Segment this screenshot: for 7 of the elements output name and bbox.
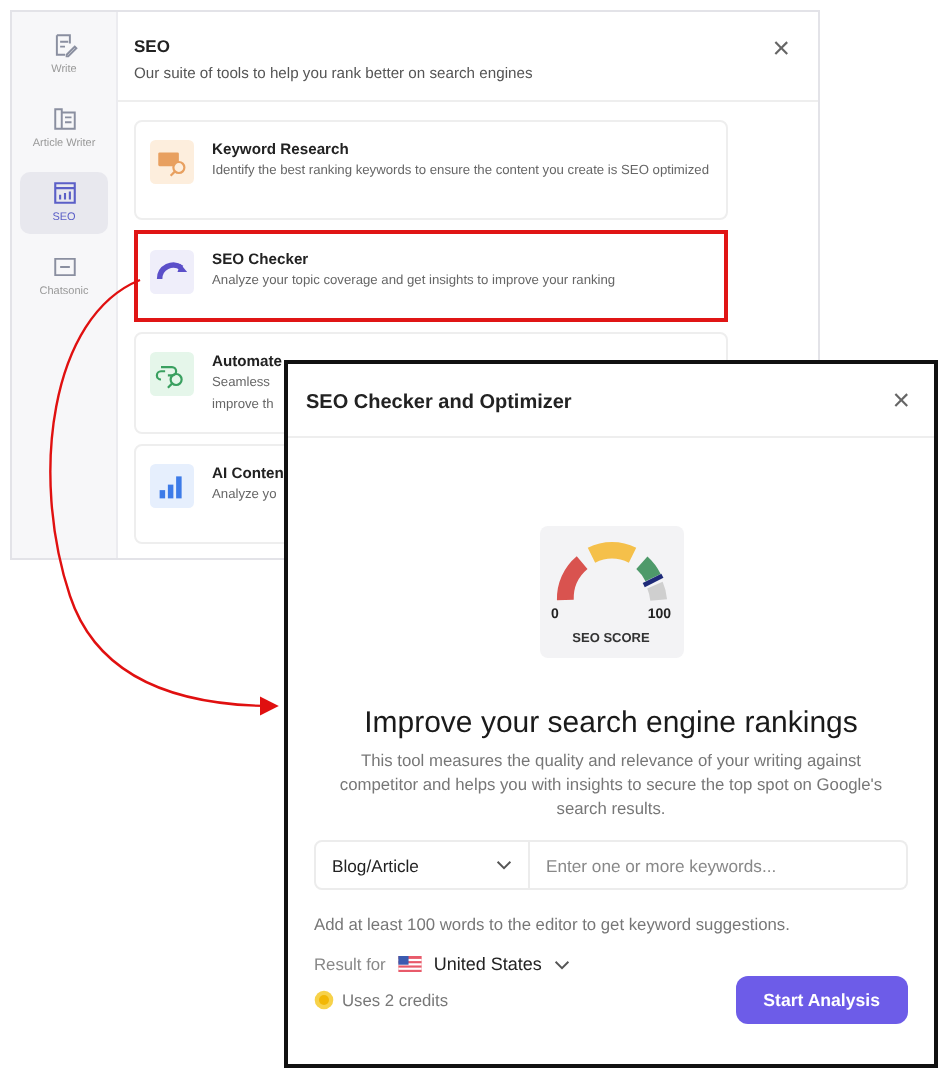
hint-text: Add at least 100 words to the editor to get keyword suggestions. — [314, 914, 790, 934]
credits-text: Uses 2 credits — [342, 990, 451, 1010]
dialog-description: This tool measures the quality and relevance of your writing against competitor and helps you with insights to secure the top spot on Google's search results. — [337, 748, 885, 820]
dialog-heading: Improve your search engine rankings — [364, 706, 858, 740]
panel-title: SEO — [134, 36, 172, 56]
dialog-title: SEO Checker and Optimizer — [306, 391, 572, 413]
result-for-label: Result for — [314, 954, 386, 974]
